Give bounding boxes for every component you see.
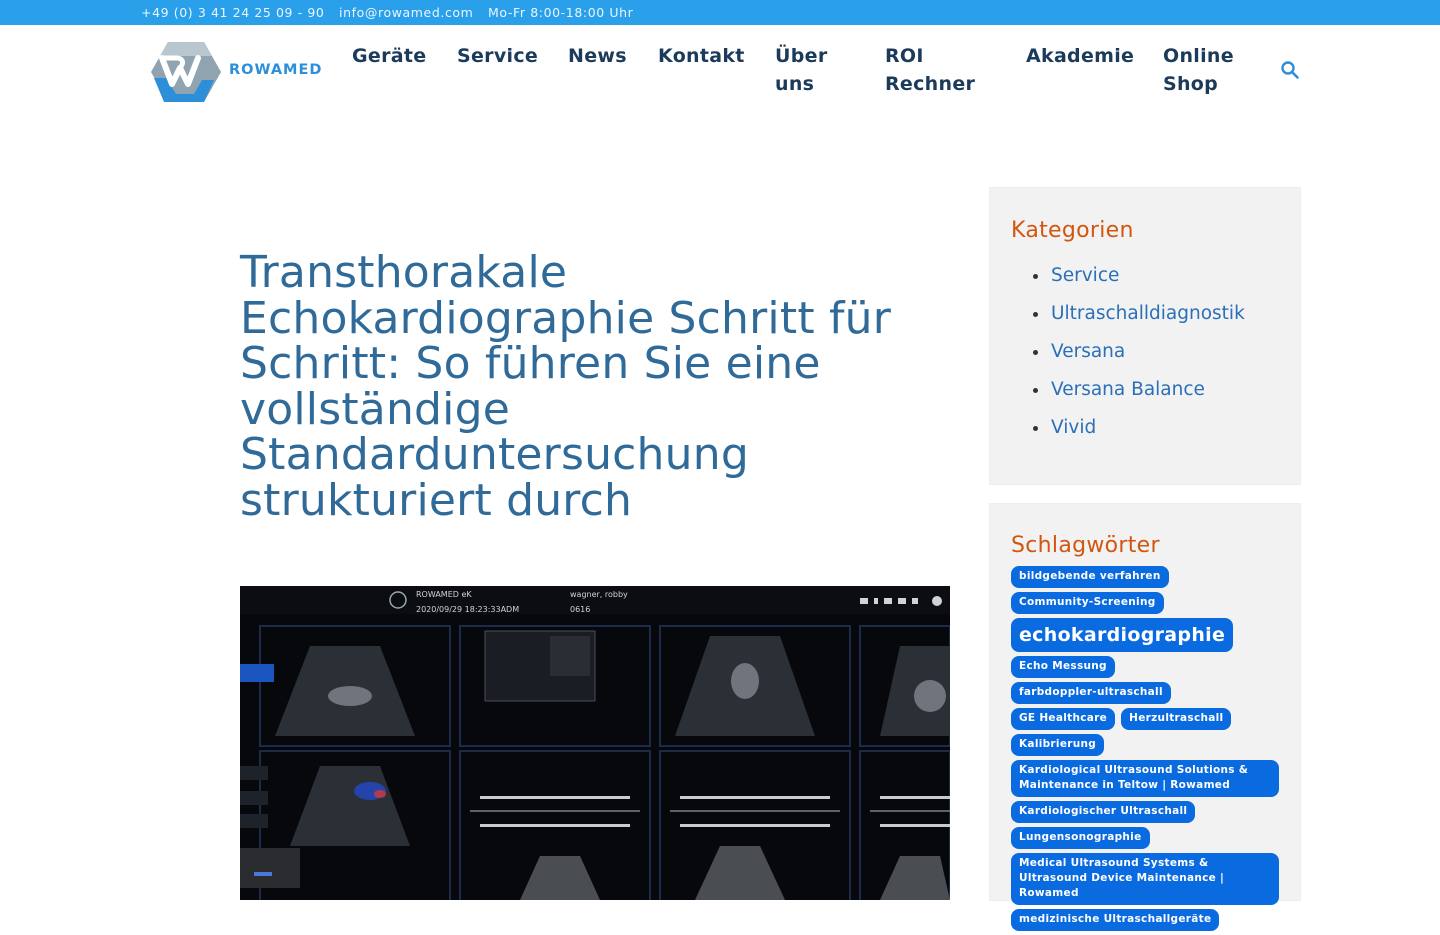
category-link[interactable]: Versana Balance bbox=[1030, 377, 1245, 415]
site-header: ROWAMED Geräte Service News Kontakt Über… bbox=[0, 25, 1440, 125]
image-header-2: 2020/09/29 18:23:33ADM bbox=[416, 605, 519, 614]
nav-ueber-uns-line2: uns bbox=[775, 73, 815, 95]
tag-link[interactable]: Community-Screening bbox=[1011, 592, 1164, 614]
opening-hours: Mo-Fr 8:00-18:00 Uhr bbox=[488, 5, 634, 20]
article-hero-image: ROWAMED eK 2020/09/29 18:23:33ADM wagner… bbox=[240, 586, 950, 900]
image-header-4: 0616 bbox=[570, 605, 590, 614]
tag-link[interactable]: farbdoppler-ultraschall bbox=[1011, 682, 1171, 704]
tag-link[interactable]: Kalibrierung bbox=[1011, 734, 1105, 756]
nav-ueber-uns-line1: Über bbox=[775, 45, 828, 67]
tag-link[interactable]: Medical Ultrasound Systems & Ultrasound … bbox=[1011, 853, 1279, 905]
category-link[interactable]: Versana bbox=[1030, 339, 1245, 377]
tag-cloud: bildgebende verfahren Community-Screenin… bbox=[1011, 566, 1281, 935]
article-title: Transthorakale Echokardiographie Schritt… bbox=[240, 247, 892, 526]
tag-link[interactable]: Herzultraschall bbox=[1121, 708, 1232, 730]
rw-logo-icon bbox=[151, 42, 221, 102]
nav-roi-line1: ROI bbox=[885, 45, 924, 67]
phone-number[interactable]: +49 (0) 3 41 24 25 09 - 90 bbox=[141, 5, 324, 20]
ultrasound-screen-image: ROWAMED eK 2020/09/29 18:23:33ADM wagner… bbox=[240, 586, 950, 900]
categories-widget: Kategorien Service Ultraschalldiagnostik… bbox=[990, 188, 1300, 484]
logo-wordmark: ROWAMED bbox=[229, 62, 323, 78]
nav-geraete[interactable]: Geräte bbox=[352, 42, 426, 70]
categories-title: Kategorien bbox=[1011, 218, 1134, 243]
tag-link[interactable]: Lungensonographie bbox=[1011, 827, 1150, 849]
nav-roi-rechner[interactable]: ROI Rechner bbox=[885, 42, 975, 98]
nav-ueber-uns[interactable]: Über uns bbox=[775, 42, 828, 98]
search-icon[interactable] bbox=[1280, 60, 1300, 80]
tag-link[interactable]: GE Healthcare bbox=[1011, 708, 1116, 730]
tag-link[interactable]: echokardiographie bbox=[1011, 618, 1234, 652]
tags-title: Schlagwörter bbox=[1011, 533, 1160, 558]
tag-link[interactable]: bildgebende verfahren bbox=[1011, 566, 1169, 588]
categories-list: Service Ultraschalldiagnostik Versana Ve… bbox=[1030, 263, 1245, 453]
tag-link[interactable]: Echo Messung bbox=[1011, 656, 1115, 678]
image-header-3: wagner, robby bbox=[570, 590, 628, 599]
nav-akademie[interactable]: Akademie bbox=[1026, 42, 1134, 70]
email-address[interactable]: info@rowamed.com bbox=[339, 5, 473, 20]
tag-link[interactable]: medizinische Ultraschallgeräte bbox=[1011, 909, 1220, 931]
nav-kontakt[interactable]: Kontakt bbox=[658, 42, 745, 70]
tags-widget: Schlagwörter bildgebende verfahren Commu… bbox=[990, 504, 1300, 931]
nav-shop-line2: Shop bbox=[1163, 73, 1219, 95]
nav-shop-line1: Online bbox=[1163, 45, 1234, 67]
nav-roi-line2: Rechner bbox=[885, 73, 976, 95]
image-header-1: ROWAMED eK bbox=[416, 590, 472, 599]
nav-service[interactable]: Service bbox=[457, 42, 538, 70]
tag-link[interactable]: Kardiological Ultrasound Solutions & Mai… bbox=[1011, 760, 1279, 797]
category-link[interactable]: Service bbox=[1030, 263, 1245, 301]
rowamed-logo[interactable]: ROWAMED bbox=[150, 40, 330, 104]
nav-online-shop[interactable]: Online Shop bbox=[1163, 42, 1234, 98]
top-info-bar: +49 (0) 3 41 24 25 09 - 90 info@rowamed.… bbox=[0, 0, 1440, 25]
tag-link[interactable]: Kardiologischer Ultraschall bbox=[1011, 801, 1196, 823]
category-link[interactable]: Vivid bbox=[1030, 415, 1245, 453]
nav-news[interactable]: News bbox=[568, 42, 627, 70]
category-link[interactable]: Ultraschalldiagnostik bbox=[1030, 301, 1245, 339]
